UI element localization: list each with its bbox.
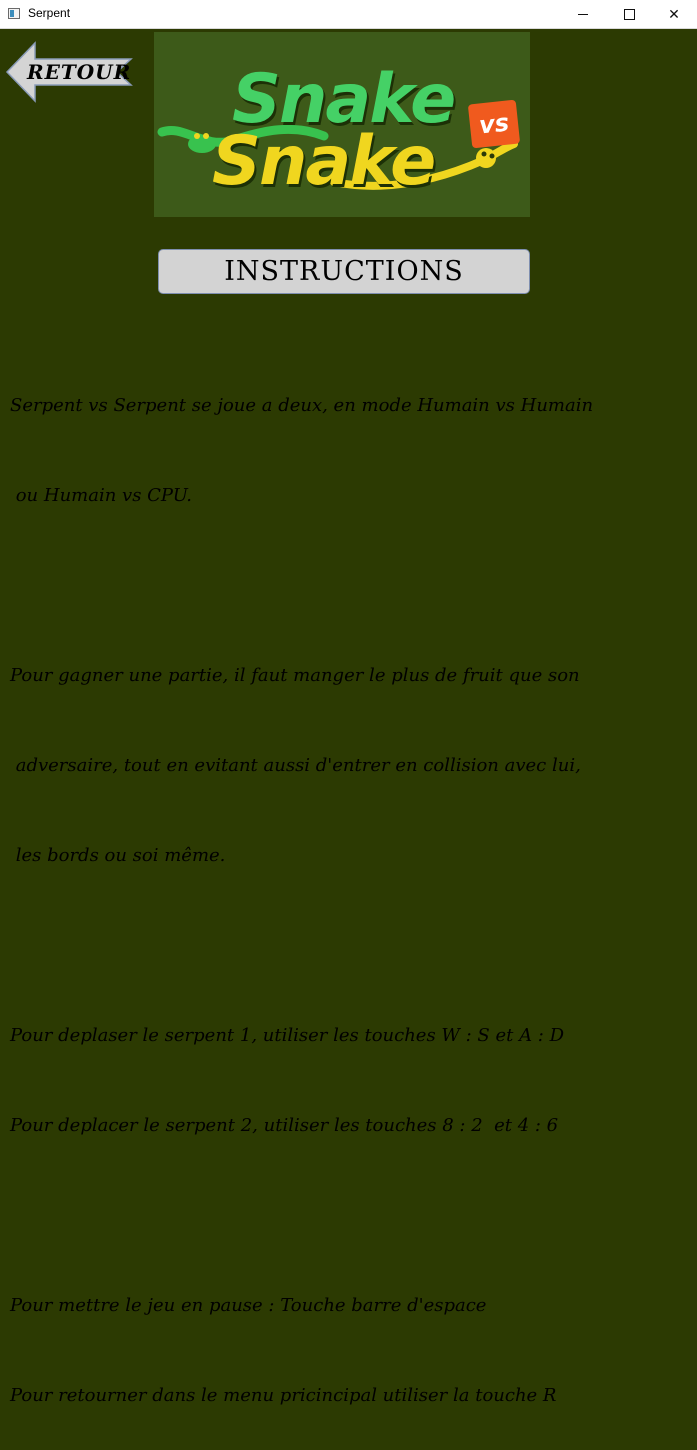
maximize-icon xyxy=(623,9,635,20)
text-line: les bords ou soi même. xyxy=(10,845,226,866)
text-line: Pour deplaser le serpent 1, utiliser les… xyxy=(10,1025,565,1046)
window-title: Serpent xyxy=(28,6,71,20)
back-button[interactable]: RETOUR xyxy=(5,40,135,104)
minimize-icon xyxy=(578,14,588,15)
maximize-button[interactable] xyxy=(606,0,652,29)
logo-title-bottom: Snake xyxy=(212,122,436,201)
text-line: Pour retourner dans le menu pricincipal … xyxy=(10,1385,557,1406)
text-line: Serpent vs Serpent se joue a deux, en mo… xyxy=(10,395,594,416)
minimize-button[interactable] xyxy=(560,0,606,29)
back-button-label: RETOUR xyxy=(27,60,132,84)
instructions-button[interactable]: INSTRUCTIONS xyxy=(158,249,530,294)
instructions-paragraph-controls: Pour deplaser le serpent 1, utiliser les… xyxy=(10,961,690,1201)
window-titlebar: Serpent ✕ xyxy=(0,0,697,29)
instructions-paragraph-pause: Pour mettre le jeu en pause : Touche bar… xyxy=(10,1231,690,1450)
text-line: ou Humain vs CPU. xyxy=(10,485,192,506)
game-logo: Snake Snake vs xyxy=(154,32,530,217)
instructions-paragraph-mode: Serpent vs Serpent se joue a deux, en mo… xyxy=(10,331,690,571)
instructions-text: Serpent vs Serpent se joue a deux, en mo… xyxy=(10,331,690,1450)
instructions-paragraph-goal: Pour gagner une partie, il faut manger l… xyxy=(10,601,690,931)
text-line: Pour mettre le jeu en pause : Touche bar… xyxy=(10,1295,487,1316)
text-line: Pour gagner une partie, il faut manger l… xyxy=(10,665,580,686)
app-window-icon xyxy=(8,8,20,19)
close-button[interactable]: ✕ xyxy=(651,0,697,29)
close-icon: ✕ xyxy=(668,6,680,23)
text-line: adversaire, tout en evitant aussi d'entr… xyxy=(10,755,581,776)
text-line: Pour deplacer le serpent 2, utiliser les… xyxy=(10,1115,559,1136)
logo-vs-badge: vs xyxy=(467,99,521,149)
